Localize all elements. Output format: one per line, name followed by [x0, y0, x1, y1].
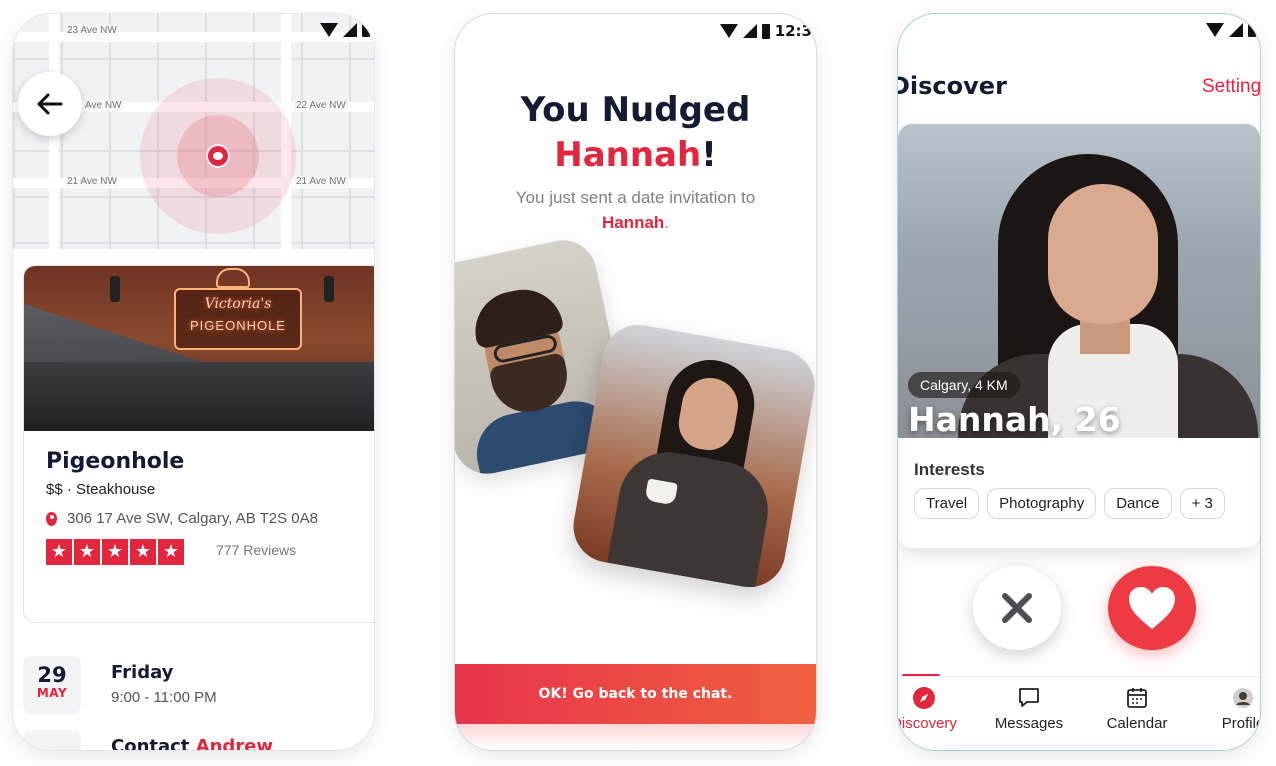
subtitle-text: You just sent a date invitation to — [515, 188, 756, 207]
avatar-icon — [1233, 688, 1253, 708]
button-glow — [455, 724, 816, 750]
dislike-button[interactable] — [973, 566, 1061, 650]
date-badge: 29 MAY — [23, 656, 81, 714]
nudge-title: You Nudged Hannah! — [455, 88, 816, 178]
restaurant-name: Pigeonhole — [46, 449, 185, 474]
nudge-subtitle: You just sent a date invitation to Hanna… — [475, 185, 796, 235]
profile-name: Hannah, 26 — [908, 400, 1121, 438]
restaurant-photo: Victoria's PIGEONHOLE — [24, 266, 374, 431]
photo-detail — [1048, 184, 1158, 324]
close-icon — [1002, 593, 1032, 623]
wifi-icon — [719, 24, 738, 38]
contact-prefix: Contact — [111, 736, 196, 750]
compass-icon — [913, 687, 935, 709]
tab-discovery[interactable]: Discovery — [898, 685, 979, 732]
location-pin-icon — [46, 511, 57, 526]
signal-icon — [742, 24, 757, 38]
restaurant-card[interactable]: Victoria's PIGEONHOLE Pigeonhole $$ · St… — [23, 265, 374, 623]
wifi-icon — [320, 22, 338, 37]
event-weekday: Friday — [111, 662, 174, 683]
tab-calendar[interactable]: Calendar — [1082, 685, 1192, 732]
restaurant-address: 306 17 Ave SW, Calgary, AB T2S 0A8 — [46, 510, 318, 527]
star-icon: ★ — [74, 539, 100, 565]
star-icon: ★ — [158, 539, 184, 565]
battery-icon — [761, 23, 770, 39]
more-interests-chip[interactable]: + 3 — [1179, 488, 1225, 519]
subtitle-name: Hannah — [601, 213, 665, 232]
bottom-tab-bar: Discovery Messages Calendar Profile — [898, 676, 1260, 750]
event-time: 9:00 - 11:00 PM — [111, 689, 217, 706]
contact-name: Andrew — [195, 736, 274, 750]
address-text: 306 17 Ave SW, Calgary, AB T2S 0A8 — [67, 510, 318, 527]
restaurant-sign: Victoria's PIGEONHOLE — [174, 288, 302, 350]
date-month: MAY — [36, 686, 68, 700]
tab-label: Messages — [994, 715, 1064, 732]
status-time: 12:3 — [774, 22, 812, 40]
interest-chip[interactable]: Dance — [1104, 488, 1172, 519]
star-icon: ★ — [46, 539, 72, 565]
status-bar — [320, 22, 370, 37]
street-label: 21 Ave NW — [65, 176, 119, 187]
subtitle-suffix: . — [664, 213, 670, 232]
status-bar — [1206, 22, 1256, 37]
map-view[interactable]: 23 Ave NW Ave NW 22 Ave NW 21 Ave NW 21 … — [13, 14, 374, 249]
tab-label: Calendar — [1106, 715, 1168, 732]
like-button[interactable] — [1108, 566, 1196, 650]
sign-text: PIGEONHOLE — [190, 318, 286, 333]
sign-script: Victoria's — [204, 296, 272, 312]
settings-link[interactable]: Settings — [1202, 76, 1260, 98]
battery-icon — [362, 22, 370, 37]
profile-photo: Calgary, 4 KM Hannah, 26 — [898, 124, 1260, 438]
star-icon: ★ — [102, 539, 128, 565]
contact-row[interactable]: Contact Andrew — [111, 736, 273, 750]
back-to-chat-button[interactable]: OK! Go back to the chat. — [455, 664, 816, 724]
interests-label: Interests — [914, 460, 985, 479]
street-label: 21 Ave NW — [294, 176, 348, 187]
map-pin-icon[interactable] — [206, 144, 230, 168]
wifi-icon — [1206, 22, 1224, 37]
crown-icon — [216, 268, 250, 288]
date-day: 29 — [37, 663, 67, 687]
review-count[interactable]: 777 Reviews — [216, 542, 296, 558]
interest-chip[interactable]: Travel — [914, 488, 980, 519]
tab-profile[interactable]: Profile — [1188, 685, 1260, 732]
star-icon: ★ — [130, 539, 156, 565]
signal-icon — [343, 22, 357, 37]
awning-graphic — [24, 362, 374, 431]
tab-messages[interactable]: Messages — [974, 685, 1084, 732]
location-chip: Calgary, 4 KM — [908, 372, 1020, 398]
tab-label: Discovery — [898, 715, 957, 732]
calendar-icon — [1127, 688, 1147, 708]
lamp-graphic — [110, 276, 120, 302]
photo-detail — [603, 444, 776, 593]
nudge-confirmation-screen: 12:3 You Nudged Hannah! You just sent a … — [455, 14, 816, 750]
status-bar: 12:3 — [719, 22, 812, 40]
restaurant-details-screen: 23 Ave NW Ave NW 22 Ave NW 21 Ave NW 21 … — [13, 14, 374, 750]
profile-card[interactable]: Calgary, 4 KM Hannah, 26 Interests Trave… — [898, 124, 1260, 548]
back-button[interactable] — [18, 72, 82, 136]
match-photo — [567, 319, 816, 593]
chat-bubble-icon — [1019, 688, 1039, 707]
discover-screen: Discover Settings Calgary, 4 KM Hannah, … — [898, 14, 1260, 750]
heart-icon — [1129, 587, 1175, 629]
page-title: Discover — [898, 72, 1007, 100]
tab-label: Profile — [1221, 715, 1260, 732]
interest-chip[interactable]: Photography — [987, 488, 1097, 519]
street-label: Ave NW — [83, 100, 124, 111]
street-label: 23 Ave NW — [65, 25, 119, 36]
title-name: Hannah — [554, 135, 702, 175]
interests-list: Travel Photography Dance + 3 — [914, 488, 1225, 519]
street-label: 22 Ave NW — [294, 100, 348, 111]
title-suffix: ! — [701, 135, 717, 175]
lamp-graphic — [324, 276, 334, 302]
contact-badge — [23, 730, 81, 750]
title-line: You Nudged — [520, 90, 751, 130]
signal-icon — [1229, 22, 1243, 37]
arrow-left-icon — [37, 93, 63, 115]
restaurant-category: $$ · Steakhouse — [46, 481, 156, 498]
battery-icon — [1248, 22, 1256, 37]
rating-stars: ★ ★ ★ ★ ★ — [46, 539, 184, 565]
